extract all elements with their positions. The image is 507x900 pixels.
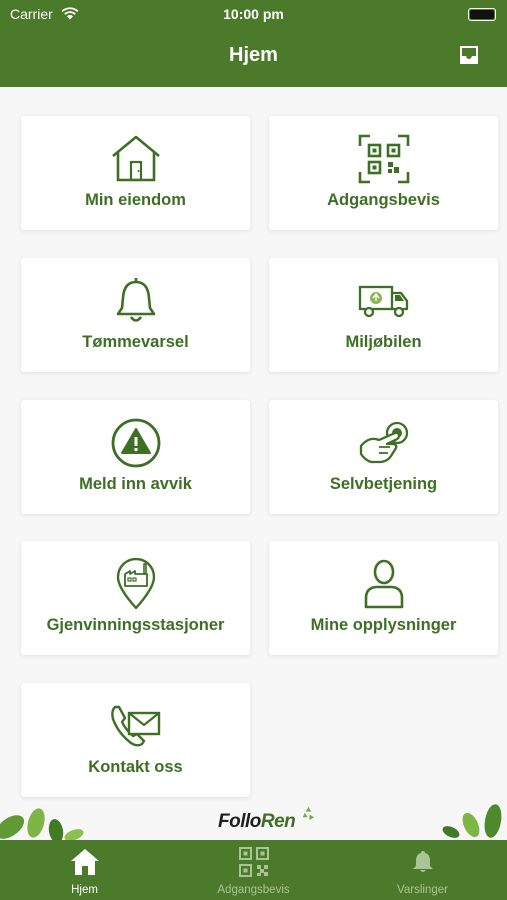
tab-label: Adgangsbevis [217, 884, 290, 896]
contact-icon [110, 705, 160, 747]
tile-miljobilen[interactable]: Miljøbilen [269, 258, 498, 372]
home-icon [70, 849, 99, 875]
inbox-icon[interactable] [457, 43, 481, 67]
truck-icon [358, 285, 408, 318]
tile-label: Min eiendom [85, 191, 186, 209]
warning-icon [111, 418, 160, 468]
tile-meld-inn-avvik[interactable]: Meld inn avvik [21, 400, 250, 514]
follo-ren-logo: FolloRen [218, 806, 316, 833]
qr-code-icon [238, 847, 269, 877]
bell-icon [116, 278, 155, 322]
tab-label: Varslinger [397, 884, 448, 896]
leaves-decoration-right [442, 804, 502, 838]
app-header: Carrier 10:00 pm Hjem [0, 0, 507, 87]
status-bar: Carrier 10:00 pm [0, 5, 507, 25]
house-icon [111, 135, 160, 182]
tab-hjem[interactable]: Hjem [0, 840, 169, 900]
tile-label: Meld inn avvik [79, 475, 192, 493]
tile-label: Tømmevarsel [82, 333, 189, 351]
tab-varslinger[interactable]: Varslinger [338, 840, 507, 900]
status-time: 10:00 pm [223, 6, 284, 22]
location-pin-icon [116, 558, 155, 610]
tile-min-eiendom[interactable]: Min eiendom [21, 116, 250, 230]
tile-adgangsbevis[interactable]: Adgangsbevis [269, 116, 498, 230]
tile-label: Miljøbilen [345, 333, 422, 351]
tile-kontakt-oss[interactable]: Kontakt oss [21, 683, 250, 797]
tile-label: Kontakt oss [88, 758, 183, 776]
tile-label: Gjenvinningsstasjoner [46, 616, 225, 634]
recycle-icon [302, 806, 315, 821]
tile-selvbetjening[interactable]: Selvbetjening [269, 400, 498, 514]
tab-label: Hjem [71, 884, 98, 896]
battery-icon [468, 8, 496, 21]
tile-label: Adgangsbevis [327, 191, 440, 209]
tile-label: Mine opplysninger [310, 616, 457, 634]
tile-tommevarsel[interactable]: Tømmevarsel [21, 258, 250, 372]
tile-gjenvinningsstasjoner[interactable]: Gjenvinningsstasjoner [21, 541, 250, 655]
leaves-decoration-left [0, 808, 84, 840]
bell-icon [412, 851, 433, 872]
tile-mine-opplysninger[interactable]: Mine opplysninger [269, 541, 498, 655]
qr-code-icon [358, 134, 409, 184]
tab-bar: Hjem Adgangsbevis Varslinger [0, 840, 507, 900]
page-title: Hjem [229, 44, 278, 66]
person-icon [364, 559, 403, 609]
tab-adgangsbevis[interactable]: Adgangsbevis [169, 840, 338, 900]
tile-label: Selvbetjening [329, 475, 438, 493]
touch-icon [359, 421, 408, 464]
